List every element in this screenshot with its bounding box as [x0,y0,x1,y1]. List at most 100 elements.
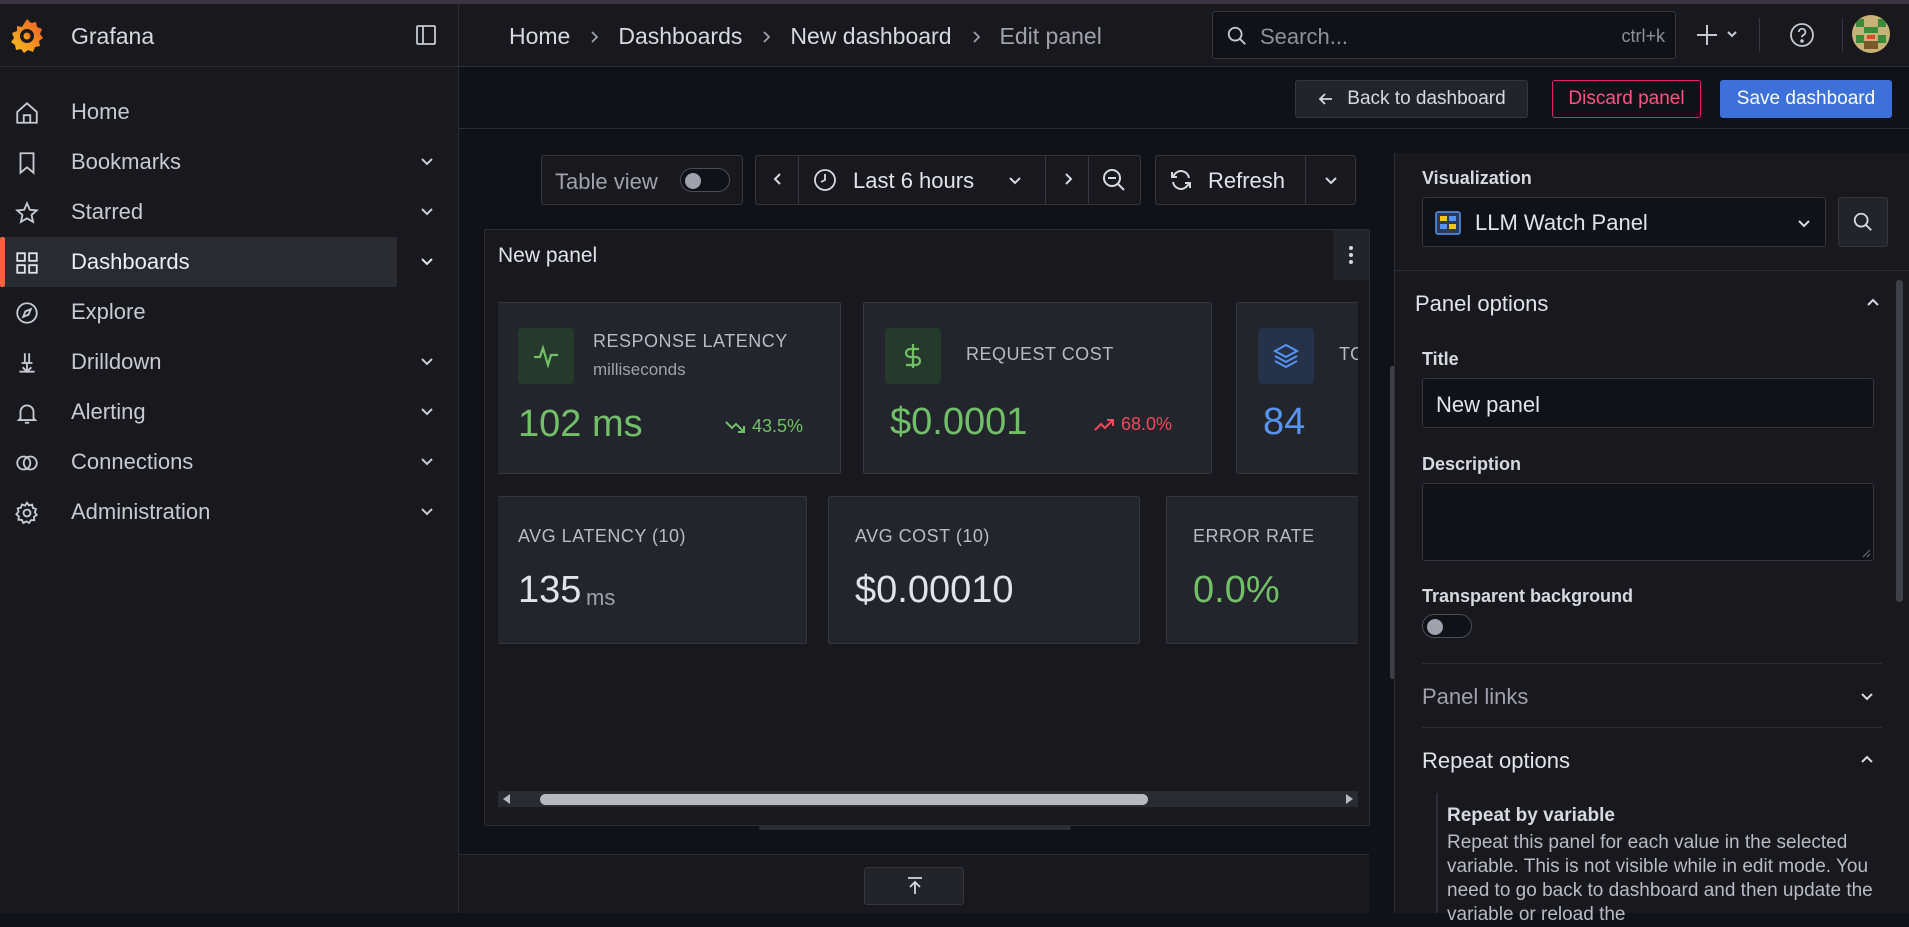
refresh-interval-dropdown[interactable] [1306,156,1356,204]
horizontal-scrollbar[interactable] [498,791,1358,807]
layers-icon [1258,328,1314,384]
chevron-up-icon [1861,755,1873,763]
chevron-down-icon[interactable] [417,152,437,172]
chevron-down-icon[interactable] [417,402,437,422]
stat-unit: ms [586,585,616,610]
repeat-by-variable-label: Repeat by variable [1447,805,1615,826]
scroll-right-icon[interactable] [1344,794,1354,804]
transparent-background-switch[interactable] [1422,614,1472,638]
avatar[interactable] [1852,15,1890,53]
expand-queries-button[interactable] [864,867,964,905]
sidebar-header: Grafana [0,4,458,67]
grafana-logo-icon[interactable] [8,16,46,54]
time-forward-button[interactable] [1046,156,1089,204]
breadcrumb-dashboards[interactable]: Dashboards [618,23,742,50]
scrollbar-thumb[interactable] [540,794,1148,805]
description-field-label: Description [1422,454,1522,474]
chevron-down-icon[interactable] [417,452,437,472]
sidebar-item-alerting[interactable]: Alerting [0,387,459,437]
metric-value: 84 [1263,401,1306,443]
metric-card: REQUEST COST $0.0001 68.0% [863,302,1212,474]
sidebar-item-label: Drilldown [71,349,162,374]
help-icon[interactable] [1789,22,1815,48]
scroll-left-icon[interactable] [502,794,512,804]
pulse-icon [518,328,574,384]
chevron-right-icon [763,30,771,43]
sidebar-item-label: Explore [71,299,146,324]
metric-value: $0.0001 [890,401,1028,443]
options-pane: Visualization LLM Watch Panel Panel opti… [1394,153,1909,925]
apps-icon [16,252,38,274]
sidebar-item-label: Connections [71,449,194,474]
panel-options-header[interactable]: Panel options [1395,271,1909,331]
chevron-down-icon[interactable] [417,352,437,372]
description-textarea[interactable] [1422,483,1874,561]
options-scrollbar[interactable] [1896,280,1903,602]
nav-menu: Home Bookmarks Starred Dashboards Explor… [0,67,458,537]
chevron-right-icon [1065,173,1073,185]
sidebar-item-dashboards[interactable]: Dashboards [0,237,459,287]
chevron-down-icon[interactable] [417,202,437,222]
sidebar-item-label: Administration [71,499,211,524]
panel-links-header[interactable]: Panel links [1395,664,1909,724]
metric-value: 102 ms [518,403,643,445]
refresh-label: Refresh [1208,168,1286,193]
chevron-down-icon[interactable] [417,252,437,272]
sidebar-item-home[interactable]: Home [0,87,459,137]
table-view-switch[interactable] [680,168,730,192]
search-input[interactable]: Search... ctrl+k [1212,11,1676,59]
sidebar: Grafana Home Bookmarks Starred Dashboard… [0,4,459,913]
edit-action-bar: Back to dashboard Discard panel Save das… [459,67,1909,129]
toolbar-divider [1759,18,1760,52]
dock-menu-icon[interactable] [414,23,438,47]
panel-options-title: Panel options [1415,291,1549,316]
switch-knob [1427,619,1443,635]
chevron-down-icon [1861,693,1873,701]
star-icon [15,200,39,224]
panel-preview: New panel RESPONSE LATENCY milliseconds … [484,229,1370,826]
clock-icon [814,169,836,191]
breadcrumb-new-dashboard[interactable]: New dashboard [790,23,951,50]
arrow-left-icon [1318,93,1333,105]
panel-menu-button[interactable] [1333,230,1369,280]
table-view-toggle[interactable]: Table view [541,155,743,205]
sidebar-item-administration[interactable]: Administration [0,487,459,537]
search-shortcut: ctrl+k [1621,26,1665,46]
stat-label: AVG LATENCY (10) [518,526,687,546]
sidebar-item-label: Dashboards [71,249,190,274]
visualization-heading: Visualization [1422,168,1532,188]
zoom-out-button[interactable] [1089,156,1141,204]
dollar-icon [885,328,941,384]
visualization-search-button[interactable] [1838,197,1888,247]
discard-panel-button[interactable]: Discard panel [1552,80,1701,118]
panel-resize-handle[interactable] [759,826,1071,830]
stat-card: AVG COST (10) $0.00010 [828,496,1140,644]
sidebar-item-explore[interactable]: Explore [0,287,459,337]
visualization-picker[interactable]: LLM Watch Panel [1422,197,1826,247]
resize-grip-icon[interactable] [1861,548,1871,558]
sidebar-item-drilldown[interactable]: Drilldown [0,337,459,387]
title-input[interactable]: New panel [1422,378,1874,428]
repeat-options-header[interactable]: Repeat options [1395,728,1909,788]
metric-delta: 43.5% [724,415,803,437]
time-back-button[interactable] [756,156,799,204]
back-to-dashboard-button[interactable]: Back to dashboard [1295,80,1528,118]
chevron-down-icon [1798,220,1810,228]
sidebar-item-bookmarks[interactable]: Bookmarks [0,137,459,187]
metric-label: RESPONSE LATENCY [593,331,788,351]
brand-name: Grafana [71,23,155,49]
chevron-down-icon[interactable] [417,502,437,522]
breadcrumb-home[interactable]: Home [509,23,570,50]
title-field-label: Title [1422,349,1459,369]
sidebar-item-label: Home [71,99,130,124]
add-new-button[interactable] [1696,21,1744,49]
panel-content: RESPONSE LATENCY milliseconds 102 ms 43.… [498,290,1358,760]
save-dashboard-button[interactable]: Save dashboard [1720,80,1892,118]
home-icon [16,102,38,124]
sidebar-item-connections[interactable]: Connections [0,437,459,487]
help-border [1436,793,1438,913]
panel-links-title: Panel links [1422,684,1529,709]
chevron-down-icon [1009,177,1021,185]
metric-delta: 68.0% [1093,413,1172,435]
sidebar-item-starred[interactable]: Starred [0,187,459,237]
